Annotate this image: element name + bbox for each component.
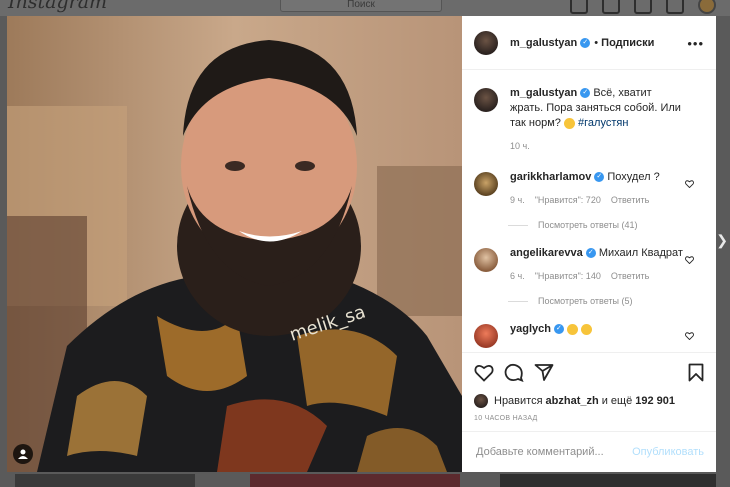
- reply-button[interactable]: Ответить: [611, 271, 649, 281]
- comment-avatar[interactable]: [474, 248, 498, 272]
- likes-count[interactable]: 192 901: [635, 395, 675, 407]
- comment-composer: Опубликовать: [462, 431, 716, 472]
- comment-item: garikkharlamov ✓ Похудел ? 9 ч. "Нравится"…: [474, 170, 704, 208]
- post-actions: [462, 352, 716, 393]
- caption-username[interactable]: m_galustyan: [510, 87, 577, 99]
- tagged-users-button[interactable]: [13, 444, 33, 464]
- search-input[interactable]: Поиск: [280, 0, 442, 12]
- share-icon[interactable]: [534, 363, 554, 382]
- verified-icon: ✓: [594, 172, 605, 183]
- activity-icon[interactable]: [666, 0, 684, 14]
- caption-avatar[interactable]: [474, 88, 498, 112]
- comment-avatar[interactable]: [474, 172, 498, 196]
- comment-icon[interactable]: [504, 363, 524, 382]
- emoji-icon: [567, 323, 579, 335]
- comment-likes[interactable]: "Нравится": 140: [535, 271, 601, 281]
- nav-icons: [570, 0, 716, 14]
- more-options-icon[interactable]: •••: [687, 36, 704, 51]
- verified-icon: ✓: [580, 37, 591, 48]
- following-button[interactable]: Подписки: [601, 37, 654, 49]
- profile-avatar[interactable]: [698, 0, 716, 14]
- comment-item: yaglych ✓: [474, 322, 704, 348]
- verified-icon: ✓: [580, 88, 591, 99]
- follow-separator: •: [594, 36, 599, 49]
- caption: m_galustyan ✓ Всё, хватит жрать. Пора зан…: [474, 86, 704, 154]
- comment-username[interactable]: garikkharlamov: [510, 171, 591, 183]
- likes-prefix: Нравится: [494, 395, 543, 407]
- comment-username[interactable]: yaglych: [510, 323, 551, 335]
- heart-icon[interactable]: [685, 180, 694, 188]
- emoji-icon: [581, 323, 593, 335]
- publish-button[interactable]: Опубликовать: [632, 446, 704, 458]
- background-post-thumbnail[interactable]: [250, 474, 460, 487]
- user-icon: [18, 449, 28, 459]
- background-post-thumbnail[interactable]: [15, 474, 195, 487]
- comment-item: angelikarevva ✓ Михаил Квадрат 6 ч. "Нрави…: [474, 246, 704, 284]
- heart-icon[interactable]: [685, 332, 694, 340]
- comment-time[interactable]: 9 ч.: [510, 195, 525, 205]
- post-photo-illustration: melik_sa: [7, 16, 462, 472]
- comment-username[interactable]: angelikarevva: [510, 247, 583, 259]
- comment-avatar[interactable]: [474, 324, 498, 348]
- post-timestamp[interactable]: 10 ЧАСОВ НАЗАД: [462, 415, 716, 431]
- likes-suffix: и ещё: [601, 395, 633, 407]
- background-post-thumbnail[interactable]: [500, 474, 716, 487]
- comment-likes[interactable]: "Нравится": 720: [535, 195, 601, 205]
- view-replies-button[interactable]: Посмотреть ответы (5): [508, 296, 704, 306]
- author-avatar[interactable]: [474, 30, 498, 55]
- liker-avatar[interactable]: [474, 394, 488, 408]
- save-icon[interactable]: [688, 363, 704, 382]
- likes-summary: Нравится abzhat_zh и ещё 192 901: [462, 393, 716, 409]
- reply-button[interactable]: Ответить: [611, 195, 649, 205]
- comment-time[interactable]: 6 ч.: [510, 271, 525, 281]
- instagram-logo[interactable]: Instagram: [8, 0, 107, 13]
- top-navigation-bar: Instagram Поиск: [0, 0, 730, 16]
- liker-username[interactable]: abzhat_zh: [546, 395, 599, 407]
- comment-text: Михаил Квадрат: [598, 247, 683, 259]
- follow-status: • Подписки: [594, 37, 654, 49]
- verified-icon: ✓: [585, 248, 596, 259]
- like-icon[interactable]: [474, 363, 494, 382]
- hashtag-link[interactable]: #галустян: [578, 117, 628, 129]
- post-sidebar: m_galustyan ✓ • Подписки ••• m_galustyan…: [462, 16, 716, 472]
- emoji-icon: [563, 117, 575, 129]
- home-icon[interactable]: [570, 0, 588, 14]
- explore-icon[interactable]: [634, 0, 652, 14]
- post-modal: melik_sa m_galustyan ✓ • Подписки ••• m_…: [7, 16, 716, 472]
- comment-input[interactable]: [474, 445, 633, 459]
- post-photo[interactable]: melik_sa: [7, 16, 462, 472]
- author-username[interactable]: m_galustyan: [510, 37, 577, 49]
- heart-icon[interactable]: [685, 256, 694, 264]
- next-post-arrow-icon[interactable]: ❯: [716, 232, 728, 249]
- comment-text: Похудел ?: [607, 171, 660, 183]
- verified-icon: ✓: [553, 324, 564, 335]
- comments-list[interactable]: m_galustyan ✓ Всё, хватит жрать. Пора зан…: [462, 70, 716, 352]
- direct-icon[interactable]: [602, 0, 620, 14]
- caption-time[interactable]: 10 ч.: [510, 141, 530, 151]
- view-replies-button[interactable]: Посмотреть ответы (41): [508, 220, 704, 230]
- post-header: m_galustyan ✓ • Подписки •••: [462, 16, 716, 70]
